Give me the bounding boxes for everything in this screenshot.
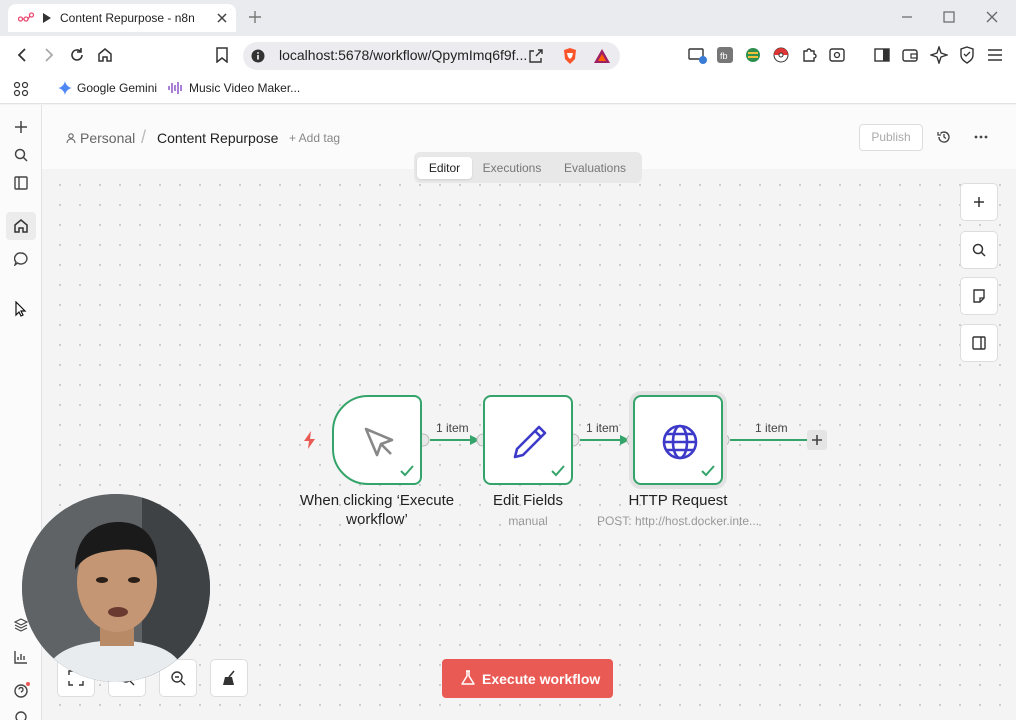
chat-icon[interactable] (14, 252, 28, 266)
add-icon[interactable] (14, 120, 28, 134)
toggle-panel-button[interactable] (960, 324, 998, 362)
insights-icon[interactable] (14, 650, 28, 664)
add-node-button[interactable] (960, 183, 998, 221)
node-manual-trigger[interactable] (332, 395, 422, 485)
new-tab-icon[interactable] (248, 10, 262, 24)
extension-cast-icon[interactable] (688, 47, 708, 65)
search-nodes-button[interactable] (960, 231, 998, 269)
node-title: HTTP Request (628, 492, 728, 509)
settings-icon[interactable] (14, 710, 28, 720)
clear-execution-button[interactable] (210, 659, 248, 697)
bookmark-google-gemini[interactable]: Google Gemini (77, 81, 157, 95)
node-edit-fields[interactable] (483, 395, 573, 485)
bookmark-icon[interactable] (215, 47, 229, 63)
brave-rewards-icon[interactable] (593, 48, 611, 64)
tab-executions[interactable]: Executions (476, 157, 548, 179)
minimize-icon[interactable] (901, 11, 913, 23)
share-icon[interactable] (528, 48, 544, 64)
screenshot-icon[interactable] (829, 47, 845, 63)
brave-shield-icon[interactable] (562, 47, 578, 65)
home-icon[interactable] (97, 47, 113, 63)
cursor-icon (364, 427, 394, 457)
sticky-note-icon (973, 289, 985, 303)
history-icon[interactable] (937, 130, 951, 144)
svg-text:fb: fb (720, 51, 728, 61)
publish-button[interactable]: Publish (859, 124, 923, 151)
connection-label: 1 item (586, 421, 619, 435)
tab-title: Content Repurpose - n8n (60, 11, 195, 25)
leo-ai-icon[interactable] (930, 46, 948, 64)
extension-globe-icon[interactable] (745, 47, 761, 63)
node-title: When clicking ‘Execute workflow’ (299, 492, 455, 528)
pencil-icon (513, 425, 547, 459)
extensions-puzzle-icon[interactable] (801, 47, 817, 63)
search-icon (972, 243, 986, 257)
success-check-icon (701, 465, 715, 477)
browser-tab[interactable]: Content Repurpose - n8n (8, 4, 236, 32)
connection-label: 1 item (436, 421, 469, 435)
webcam-overlay (22, 494, 210, 682)
node-subtitle: manual (508, 514, 548, 528)
add-sticky-button[interactable] (960, 277, 998, 315)
templates-icon[interactable] (14, 618, 28, 632)
tab-evaluations[interactable]: Evaluations (556, 157, 634, 179)
globe-icon (662, 424, 698, 460)
close-window-icon[interactable] (986, 11, 998, 23)
connection-label: 1 item (755, 421, 788, 435)
sidebar-item-overview[interactable] (6, 212, 36, 240)
extension-pokeball-icon[interactable] (773, 47, 789, 63)
flask-icon (461, 670, 475, 686)
back-icon[interactable] (14, 47, 30, 63)
user-icon (66, 133, 76, 144)
wallet-icon[interactable] (902, 47, 918, 63)
bookmark-music-video-maker[interactable]: Music Video Maker... (189, 81, 300, 95)
execute-workflow-button[interactable]: Execute workflow (442, 659, 613, 698)
vpn-icon[interactable] (959, 46, 975, 64)
execute-workflow-label: Execute workflow (482, 671, 601, 687)
help-icon[interactable] (14, 682, 30, 698)
mouse-cursor-icon (15, 301, 27, 317)
success-check-icon (400, 465, 414, 477)
tab-editor[interactable]: Editor (417, 157, 472, 179)
broom-icon (223, 670, 235, 685)
zoom-out-icon (171, 671, 186, 686)
breadcrumb-separator: / (141, 127, 147, 147)
playing-icon (42, 13, 52, 23)
browser-tab-bar: Content Repurpose - n8n (0, 0, 1016, 36)
success-check-icon (551, 465, 565, 477)
maximize-icon[interactable] (943, 11, 955, 23)
more-options-icon[interactable] (974, 135, 988, 139)
home-icon (14, 219, 28, 233)
n8n-favicon-icon (18, 12, 34, 24)
plus-icon (974, 197, 984, 207)
node-title: Edit Fields (492, 492, 564, 509)
panel-icon (972, 336, 986, 350)
breadcrumb-project[interactable]: Personal (80, 130, 135, 146)
reload-icon[interactable] (69, 47, 85, 63)
sidebar-toggle-icon[interactable] (874, 47, 890, 63)
presenter-video-image (22, 494, 210, 682)
node-http-request[interactable] (633, 395, 723, 485)
site-info-icon[interactable] (251, 49, 265, 63)
apps-grid-icon[interactable] (13, 81, 29, 97)
extension-fb-icon[interactable]: fb (717, 47, 733, 63)
url-text: localhost:5678/workflow/QpymImq6f9f... (279, 47, 528, 63)
node-subtitle: POST: http://host.docker.inte... (596, 514, 760, 528)
forward-icon[interactable] (41, 47, 57, 63)
gemini-icon (58, 81, 72, 95)
add-tag-button[interactable]: + Add tag (289, 131, 340, 145)
soundwave-icon (168, 81, 184, 95)
trigger-bolt-icon (303, 431, 317, 449)
close-tab-icon[interactable] (216, 12, 228, 24)
menu-icon[interactable] (987, 48, 1003, 62)
workflow-name[interactable]: Content Repurpose (157, 130, 278, 146)
search-icon[interactable] (14, 148, 28, 162)
collapse-sidebar-icon[interactable] (14, 176, 28, 190)
